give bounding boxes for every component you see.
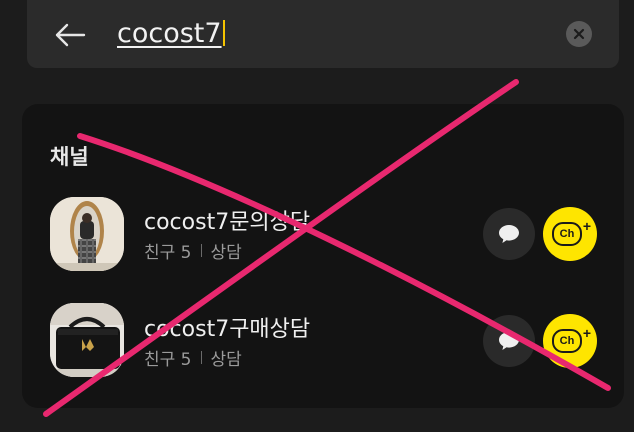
close-icon (573, 28, 585, 40)
channel-item[interactable]: cocost7구매상담 친구 5 상담 Ch + (22, 292, 624, 388)
channel-name: cocost7문의상담 (144, 210, 311, 235)
mirror-photo-avatar-icon (50, 197, 124, 271)
channel-type: 상담 (210, 350, 242, 370)
speech-bubble-icon (499, 332, 519, 350)
channel-add-icon: Ch + (552, 325, 591, 353)
channel-meta: 친구 5 상담 (144, 345, 242, 370)
meta-divider (200, 244, 202, 257)
text-caret (222, 20, 225, 46)
search-bar (27, 0, 619, 68)
plus-icon: + (582, 218, 591, 234)
speech-bubble-icon (499, 225, 519, 243)
arrow-left-icon (55, 23, 86, 47)
channel-item[interactable]: cocost7문의상담 친구 5 상담 Ch + (22, 186, 624, 282)
friend-count: 친구 5 (144, 350, 192, 370)
plus-icon: + (582, 325, 591, 341)
channel-meta: 친구 5 상담 (144, 238, 242, 263)
search-results-screen: cocost7 채널 cocost7문의상담 친구 5 상담 Ch + coco… (0, 0, 634, 432)
channel-avatar (50, 303, 124, 377)
add-channel-button[interactable]: Ch + (543, 207, 597, 261)
meta-divider (200, 351, 202, 364)
channel-badge-label: Ch (559, 335, 575, 347)
channel-name: cocost7구매상담 (144, 317, 311, 342)
friend-count: 친구 5 (144, 243, 192, 263)
search-query-text: cocost7 (117, 18, 222, 49)
handbag-photo-avatar-icon (50, 303, 124, 377)
section-title: 채널 (50, 145, 89, 169)
search-input[interactable]: cocost7 (117, 14, 225, 54)
channel-type: 상담 (210, 243, 242, 263)
add-channel-button[interactable]: Ch + (543, 314, 597, 368)
chat-button[interactable] (483, 208, 535, 260)
back-button[interactable] (52, 17, 88, 53)
channel-avatar (50, 197, 124, 271)
channel-add-icon: Ch + (552, 218, 591, 246)
clear-search-button[interactable] (566, 21, 592, 47)
channel-badge-label: Ch (559, 228, 575, 240)
chat-button[interactable] (483, 315, 535, 367)
